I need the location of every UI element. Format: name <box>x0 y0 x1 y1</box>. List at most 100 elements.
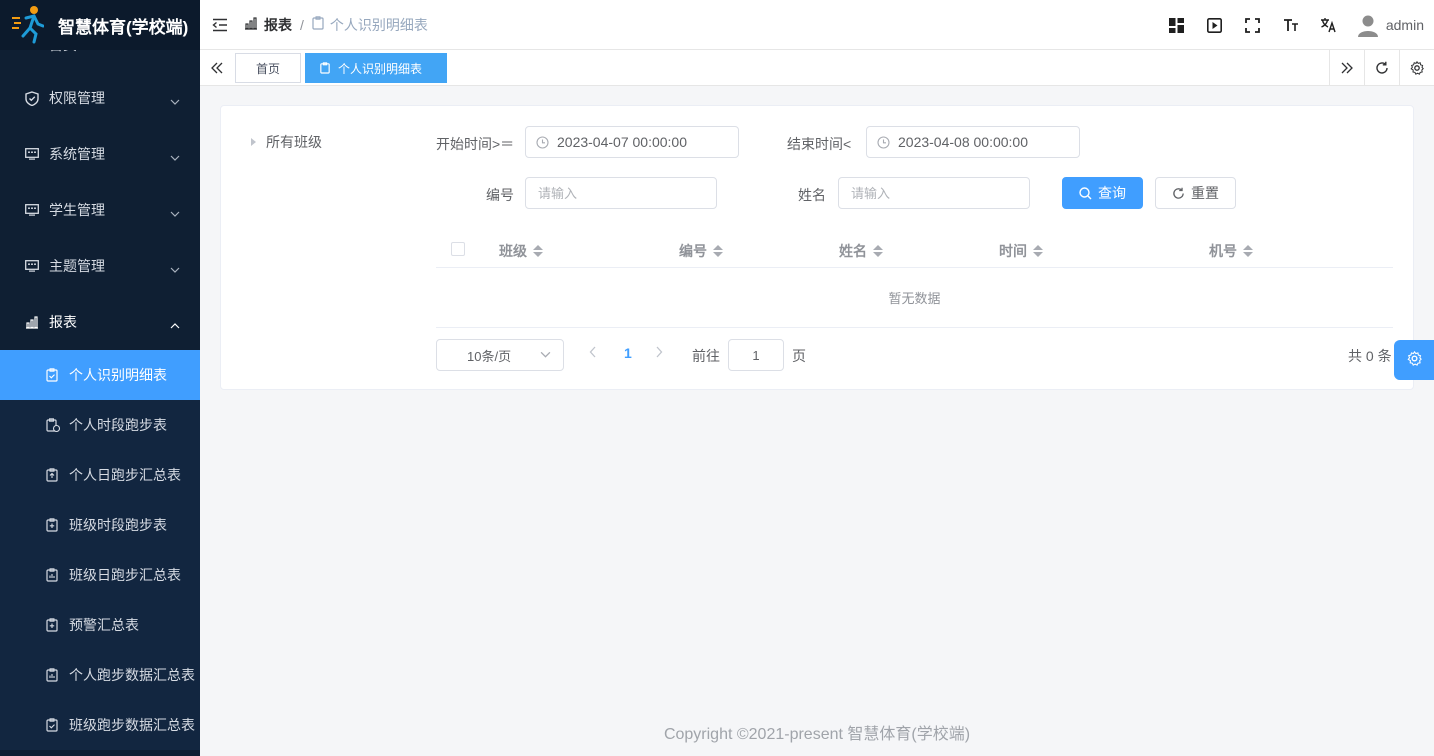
sidebar-item-personal-period-run[interactable]: 个人时段跑步表 <box>0 400 200 450</box>
chevron-down-icon <box>170 260 180 276</box>
sidebar-item-students[interactable]: 学生管理 <box>0 182 200 238</box>
monitor-icon <box>24 202 40 218</box>
avatar[interactable] <box>1356 13 1380 37</box>
sort-icon[interactable] <box>1033 245 1043 257</box>
sidebar-menu: 首页 权限管理 系统管理 学生管理 主题管理 <box>0 20 200 750</box>
caret-right-icon[interactable] <box>251 138 256 146</box>
total-count: 共 0 条 <box>1348 348 1392 364</box>
clipboard-clock-icon <box>46 418 60 432</box>
topbar-tools: admin <box>1158 0 1424 50</box>
clipboard-icon <box>320 62 330 74</box>
chevron-down-icon <box>170 92 180 108</box>
start-time-picker[interactable]: 2023-04-07 00:00:00 <box>525 126 739 158</box>
menu-fold-icon[interactable] <box>210 15 230 35</box>
sidebar-item-class-daily-run-summary[interactable]: 班级日跑步汇总表 <box>0 550 200 600</box>
column-header-machine[interactable]: 机号 <box>1209 241 1253 261</box>
submenu-label: 班级日跑步汇总表 <box>69 567 181 583</box>
chevron-down-icon <box>540 351 551 358</box>
reset-button-label: 重置 <box>1191 185 1219 201</box>
start-time-value: 2023-04-07 00:00:00 <box>557 134 687 150</box>
clock-icon <box>536 135 549 149</box>
column-label: 姓名 <box>839 243 867 259</box>
topbar: 报表 / 个人识别明细表 admin <box>200 0 1434 50</box>
refresh-icon[interactable] <box>1364 50 1399 86</box>
sidebar-item-permissions[interactable]: 权限管理 <box>0 70 200 126</box>
clipboard-icon <box>46 718 60 732</box>
reset-button[interactable]: 重置 <box>1155 177 1236 209</box>
clipboard-icon <box>46 468 60 482</box>
column-header-name[interactable]: 姓名 <box>839 241 883 261</box>
sort-icon[interactable] <box>533 245 543 257</box>
username[interactable]: admin <box>1386 17 1424 33</box>
footer-copyright: Copyright ©2021-present 智慧体育(学校端) <box>663 726 971 743</box>
tab-personal-recognition-detail[interactable]: 个人识别明细表 <box>305 53 447 83</box>
app-title: 智慧体育(学校端) <box>58 17 189 37</box>
breadcrumb: 报表 / 个人识别明细表 <box>244 15 428 35</box>
code-input[interactable] <box>525 177 717 209</box>
layout-icon[interactable] <box>1158 0 1196 50</box>
submenu-label: 个人时段跑步表 <box>69 417 167 433</box>
monitor-icon <box>24 146 40 162</box>
sidebar-item-system[interactable]: 系统管理 <box>0 126 200 182</box>
sidebar-item-personal-recognition-detail[interactable]: 个人识别明细表 <box>0 350 200 400</box>
column-label: 编号 <box>679 243 707 259</box>
breadcrumb-current: 个人识别明细表 <box>329 16 428 33</box>
sort-icon[interactable] <box>1243 245 1253 257</box>
double-chevron-right-icon[interactable] <box>1329 50 1364 86</box>
sidebar-item-warning-summary[interactable]: 预警汇总表 <box>0 600 200 650</box>
bar-chart-icon <box>244 16 258 33</box>
end-time-picker[interactable]: 2023-04-08 00:00:00 <box>866 126 1080 158</box>
tags-view: 首页 个人识别明细表 <box>200 50 1434 86</box>
column-label: 班级 <box>499 243 527 259</box>
table-header: 班级 编号 姓名 时间 机号 <box>436 229 1393 268</box>
page-size-select[interactable]: 10条/页 <box>436 339 564 371</box>
sidebar-item-class-run-data-summary[interactable]: 班级跑步数据汇总表 <box>0 700 200 750</box>
gear-icon[interactable] <box>1399 50 1434 86</box>
prev-page-icon[interactable] <box>589 346 597 358</box>
column-header-time[interactable]: 时间 <box>999 241 1043 261</box>
goto-suffix: 页 <box>792 348 806 364</box>
sidebar-item-reports[interactable]: 报表 <box>0 294 200 350</box>
end-time-value: 2023-04-08 00:00:00 <box>898 134 1028 150</box>
app-logo[interactable]: 智慧体育(学校端) <box>0 0 200 50</box>
settings-drawer-button[interactable] <box>1394 340 1434 380</box>
translate-icon[interactable] <box>1310 0 1348 50</box>
shield-icon <box>24 90 40 106</box>
submenu-label: 个人日跑步汇总表 <box>69 467 181 483</box>
goto-page-input[interactable] <box>728 339 784 371</box>
search-button[interactable]: 查询 <box>1062 177 1143 209</box>
next-page-icon[interactable] <box>655 346 663 358</box>
sidebar-item-class-period-run[interactable]: 班级时段跑步表 <box>0 500 200 550</box>
page-number[interactable]: 1 <box>624 345 632 361</box>
monitor-icon <box>24 258 40 274</box>
sidebar-item-personal-daily-run-summary[interactable]: 个人日跑步汇总表 <box>0 450 200 500</box>
breadcrumb-parent[interactable]: 报表 <box>264 15 292 35</box>
tree-node-all-classes[interactable]: 所有班级 <box>266 132 322 152</box>
code-label: 编号 <box>486 187 514 203</box>
column-header-class[interactable]: 班级 <box>499 241 543 261</box>
submenu-label: 个人识别明细表 <box>69 367 167 383</box>
name-input[interactable] <box>838 177 1030 209</box>
sort-icon[interactable] <box>873 245 883 257</box>
refresh-icon <box>1172 187 1185 200</box>
sidebar-item-themes[interactable]: 主题管理 <box>0 238 200 294</box>
sidebar-item-personal-run-data-summary[interactable]: 个人跑步数据汇总表 <box>0 650 200 700</box>
class-tree[interactable]: 所有班级 <box>251 132 322 152</box>
table-empty: 暂无数据 <box>436 268 1393 328</box>
font-size-icon[interactable] <box>1272 0 1310 50</box>
play-icon[interactable] <box>1196 0 1234 50</box>
page-size-value: 10条/页 <box>467 348 512 364</box>
sidebar: 首页 权限管理 系统管理 学生管理 主题管理 <box>0 0 200 756</box>
column-header-code[interactable]: 编号 <box>679 241 723 261</box>
clipboard-icon <box>46 668 60 682</box>
fullscreen-icon[interactable] <box>1234 0 1272 50</box>
gear-icon <box>1407 350 1422 369</box>
reports-submenu: 个人识别明细表 个人时段跑步表 个人日跑步汇总表 班级时段跑步表 班级日跑步汇总… <box>0 350 200 750</box>
double-chevron-left-icon[interactable] <box>200 50 234 86</box>
sidebar-item-label: 学生管理 <box>49 202 105 218</box>
name-label: 姓名 <box>798 187 826 203</box>
select-all-checkbox[interactable] <box>451 242 465 256</box>
sort-icon[interactable] <box>713 245 723 257</box>
end-time-label: 结束时间< <box>787 136 852 152</box>
tab-home[interactable]: 首页 <box>235 53 301 83</box>
